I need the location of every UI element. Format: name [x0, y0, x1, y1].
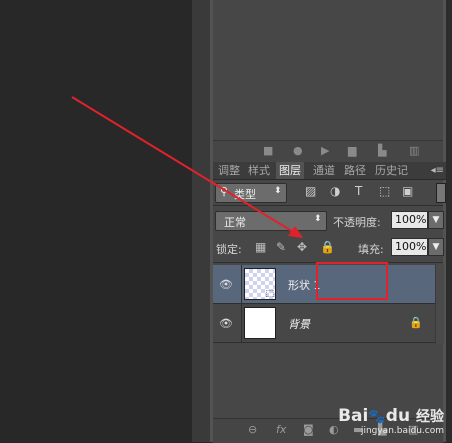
- watermark-url: jingyan.baidu.com: [360, 426, 444, 436]
- watermark-suffix: 经验: [416, 409, 444, 425]
- watermark-brand2: du: [385, 406, 411, 426]
- watermark-brand: Bai: [338, 406, 369, 426]
- baidu-watermark: Bai🐾du 经验 jingyan.baidu.com: [338, 407, 444, 436]
- paw-icon: 🐾: [368, 409, 386, 425]
- annotation-arrow: [71, 96, 303, 238]
